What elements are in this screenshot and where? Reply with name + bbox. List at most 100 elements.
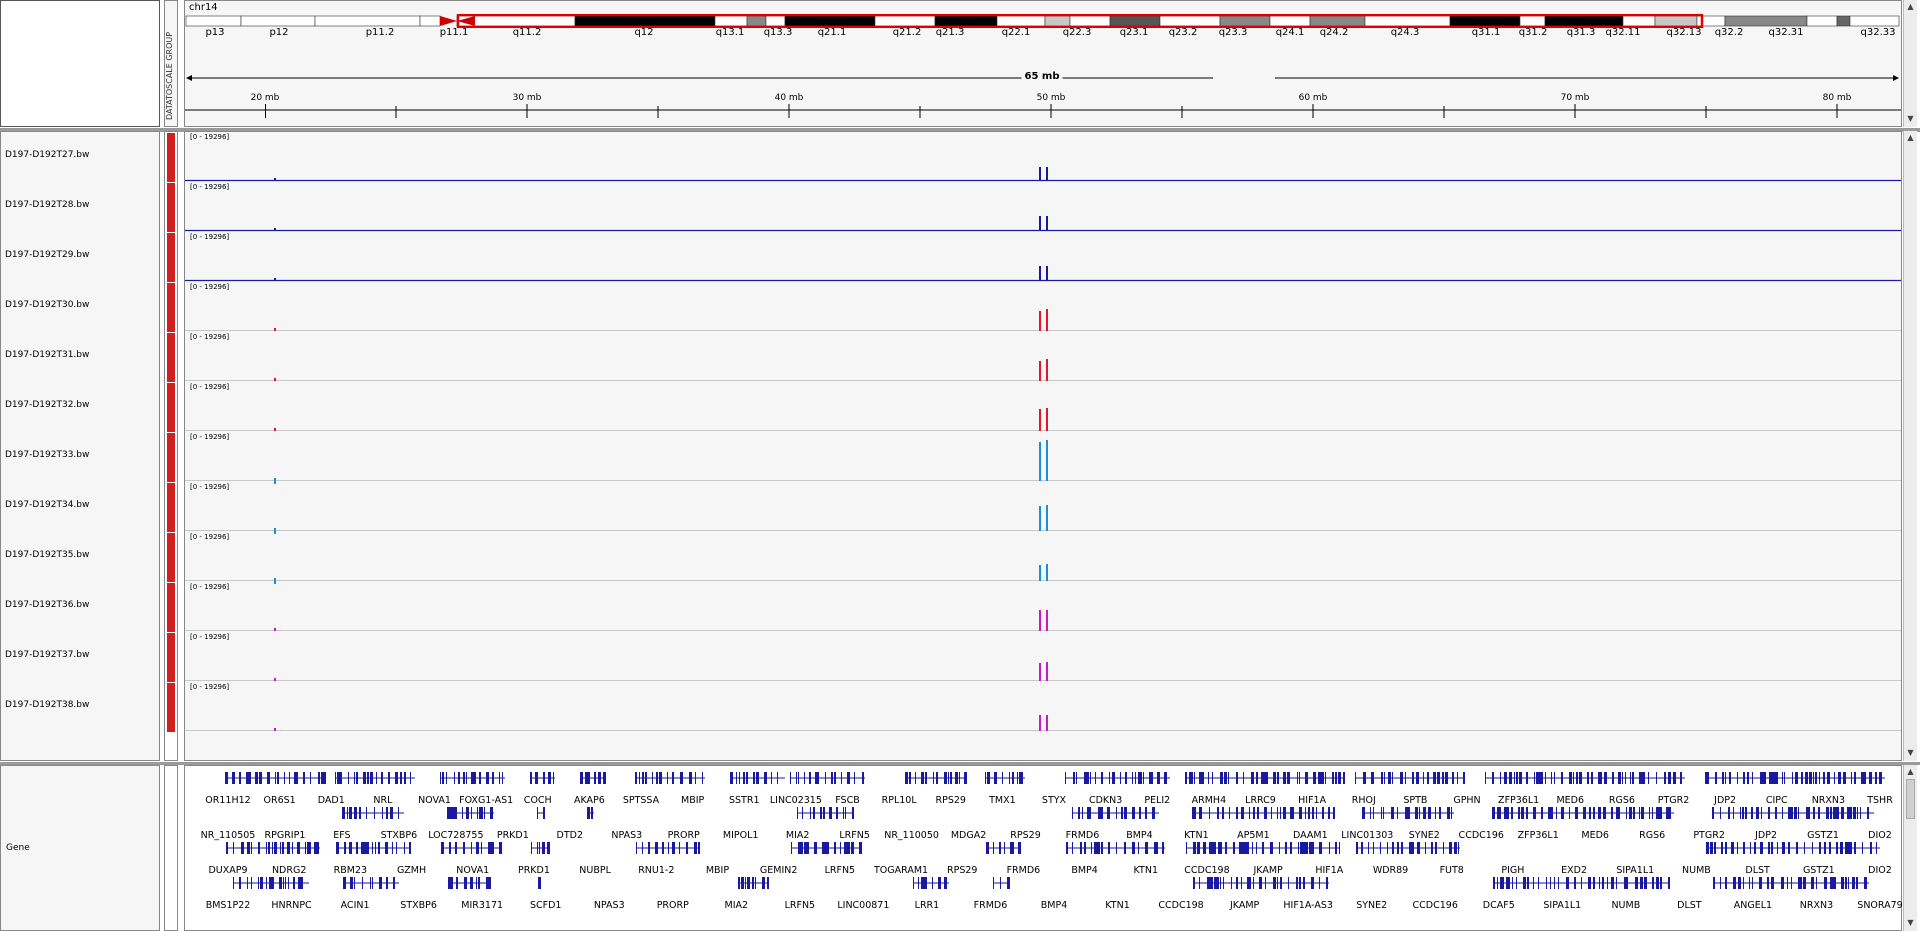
scroll-down-icon[interactable]: ▼ — [1906, 748, 1915, 757]
track-name-panel[interactable] — [0, 131, 160, 761]
gene-exon — [1018, 842, 1021, 854]
attribute-cell[interactable] — [167, 683, 175, 732]
gene-exon — [1019, 772, 1022, 784]
ideogram-band-label: q32.31 — [1768, 27, 1804, 38]
track-name-label[interactable]: D197-D192T34.bw — [5, 500, 89, 510]
gene-exon — [303, 772, 305, 784]
gene-exon — [1670, 772, 1671, 784]
gene-exon — [1283, 772, 1286, 784]
track-signal-plot[interactable] — [185, 132, 1901, 760]
gene-name-label: EFS — [333, 830, 351, 841]
track-name-label[interactable]: D197-D192T28.bw — [5, 200, 89, 210]
gene-exon — [955, 772, 958, 784]
attribute-cell[interactable] — [167, 633, 175, 682]
gene-exon — [1492, 772, 1494, 784]
gene-exon — [845, 807, 846, 819]
gene-exon — [410, 772, 411, 784]
track-name-label[interactable]: D197-D192T37.bw — [5, 650, 89, 660]
gene-exon — [1775, 807, 1777, 819]
scroll-down-icon[interactable]: ▼ — [1906, 114, 1915, 123]
track-name-label[interactable]: D197-D192T31.bw — [5, 350, 89, 360]
gene-exon — [918, 877, 919, 889]
data-scrollbar[interactable]: ▲ ▼ — [1903, 131, 1917, 761]
gene-exon — [350, 877, 353, 889]
gene-name-label: DAAM1 — [1293, 830, 1328, 841]
track-name-label[interactable]: D197-D192T38.bw — [5, 700, 89, 710]
gene-exon — [1767, 877, 1769, 889]
gene-exon — [986, 842, 989, 854]
gene-exon — [1405, 772, 1406, 784]
gene-name-label: LOC728755 — [428, 830, 484, 841]
gene-exon — [1668, 807, 1671, 819]
gene-exon — [1556, 807, 1557, 819]
gene-exon — [1523, 877, 1526, 889]
gene-exon — [1824, 842, 1826, 854]
gene-name-label: OR11H12 — [205, 795, 251, 806]
attribute-cell[interactable] — [167, 183, 175, 232]
scroll-thumb[interactable] — [1906, 779, 1915, 819]
gene-exon — [790, 772, 791, 784]
gene-exon — [1502, 877, 1504, 889]
ideogram-band-label: q21.2 — [892, 27, 922, 38]
track-signal-peak — [1039, 311, 1041, 331]
gene-exon — [1383, 807, 1384, 819]
gene-exon — [1116, 807, 1117, 819]
header-scrollbar[interactable]: ▲ ▼ — [1903, 0, 1917, 127]
gene-exon — [1607, 877, 1608, 889]
gene-exon — [1290, 842, 1292, 854]
track-name-label[interactable]: D197-D192T30.bw — [5, 300, 89, 310]
gene-exon — [843, 807, 844, 819]
gene-exon — [266, 842, 267, 854]
gene-exon — [1626, 807, 1627, 819]
gene-exon — [488, 842, 491, 854]
gene-exon — [340, 772, 342, 784]
gene-exon — [1321, 842, 1322, 854]
gene-exon — [1224, 772, 1227, 784]
track-name-label[interactable]: D197-D192T36.bw — [5, 600, 89, 610]
gene-exon — [1373, 807, 1374, 819]
track-name-label[interactable]: D197-D192T33.bw — [5, 450, 89, 460]
attribute-cell[interactable] — [167, 283, 175, 332]
gene-exon — [1804, 842, 1805, 854]
gene-exon — [1311, 842, 1314, 854]
gene-exon — [537, 842, 538, 854]
attribute-cell[interactable] — [167, 583, 175, 632]
attribute-column-label[interactable]: DATATOSCALE GROUP — [165, 30, 177, 120]
gene-exon — [1656, 877, 1659, 889]
gene-exon — [1094, 842, 1097, 854]
track-name-label[interactable]: D197-D192T29.bw — [5, 250, 89, 260]
gene-name-label: LRFN5 — [824, 865, 856, 876]
gene-exon — [1143, 772, 1144, 784]
gene-exon — [777, 772, 778, 784]
attribute-cell[interactable] — [167, 433, 175, 482]
attribute-cell[interactable] — [167, 233, 175, 282]
scroll-up-icon[interactable]: ▲ — [1906, 767, 1915, 776]
attribute-cell[interactable] — [167, 333, 175, 382]
scroll-up-icon[interactable]: ▲ — [1906, 133, 1915, 142]
gene-name-label: NR_110050 — [884, 830, 939, 841]
gene-exon — [1499, 807, 1501, 819]
attribute-cell[interactable] — [167, 533, 175, 582]
gene-name-label: SCFD1 — [529, 900, 562, 911]
gene-exon — [1333, 807, 1335, 819]
track-name-label[interactable]: D197-D192T32.bw — [5, 400, 89, 410]
gene-exon — [1714, 842, 1716, 854]
ideogram-band — [1219, 15, 1271, 27]
track-name-label[interactable]: D197-D192T35.bw — [5, 550, 89, 560]
attribute-cell[interactable] — [167, 483, 175, 532]
gene-track-name[interactable]: Gene — [6, 843, 30, 853]
attribute-cell[interactable] — [167, 133, 175, 182]
attribute-cell[interactable] — [167, 383, 175, 432]
gene-exon — [1511, 807, 1513, 819]
feature-scrollbar[interactable]: ▲ ▼ — [1903, 765, 1917, 931]
scroll-up-icon[interactable]: ▲ — [1906, 2, 1915, 11]
gene-exon — [1212, 772, 1213, 784]
ideogram-band — [1519, 15, 1546, 27]
scroll-down-icon[interactable]: ▼ — [1906, 918, 1915, 927]
gene-name-label: EXD2 — [1561, 865, 1587, 876]
gene-exon — [1658, 807, 1661, 819]
track-name-label[interactable]: D197-D192T27.bw — [5, 150, 89, 160]
chromosome-ideogram[interactable] — [185, 14, 1901, 28]
gene-name-label: MBIP — [681, 795, 705, 806]
gene-exon — [1007, 877, 1010, 889]
